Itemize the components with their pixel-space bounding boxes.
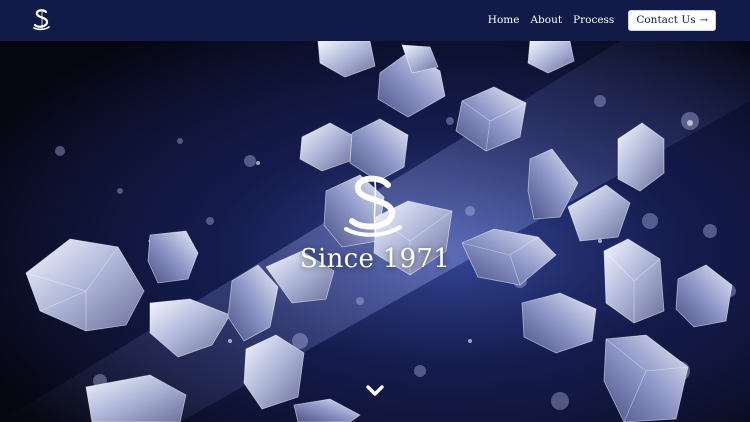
hero-section: Since 1971 — [0, 41, 750, 422]
nav-links: Home About Process Contact Us → — [488, 9, 716, 31]
nav-link-home[interactable]: Home — [488, 14, 520, 26]
chevron-down-icon[interactable] — [365, 384, 385, 398]
hero-monogram-s-icon — [344, 175, 402, 238]
arrow-right-icon: → — [699, 14, 708, 26]
contact-us-label: Contact Us — [636, 14, 696, 26]
nav-link-about[interactable]: About — [530, 14, 562, 26]
hero-tagline: Since 1971 — [299, 244, 451, 274]
top-navbar: Home About Process Contact Us → — [0, 0, 750, 41]
nav-link-process[interactable]: Process — [573, 14, 614, 26]
contact-us-button[interactable]: Contact Us → — [628, 9, 716, 31]
monogram-s-icon[interactable] — [31, 8, 53, 32]
